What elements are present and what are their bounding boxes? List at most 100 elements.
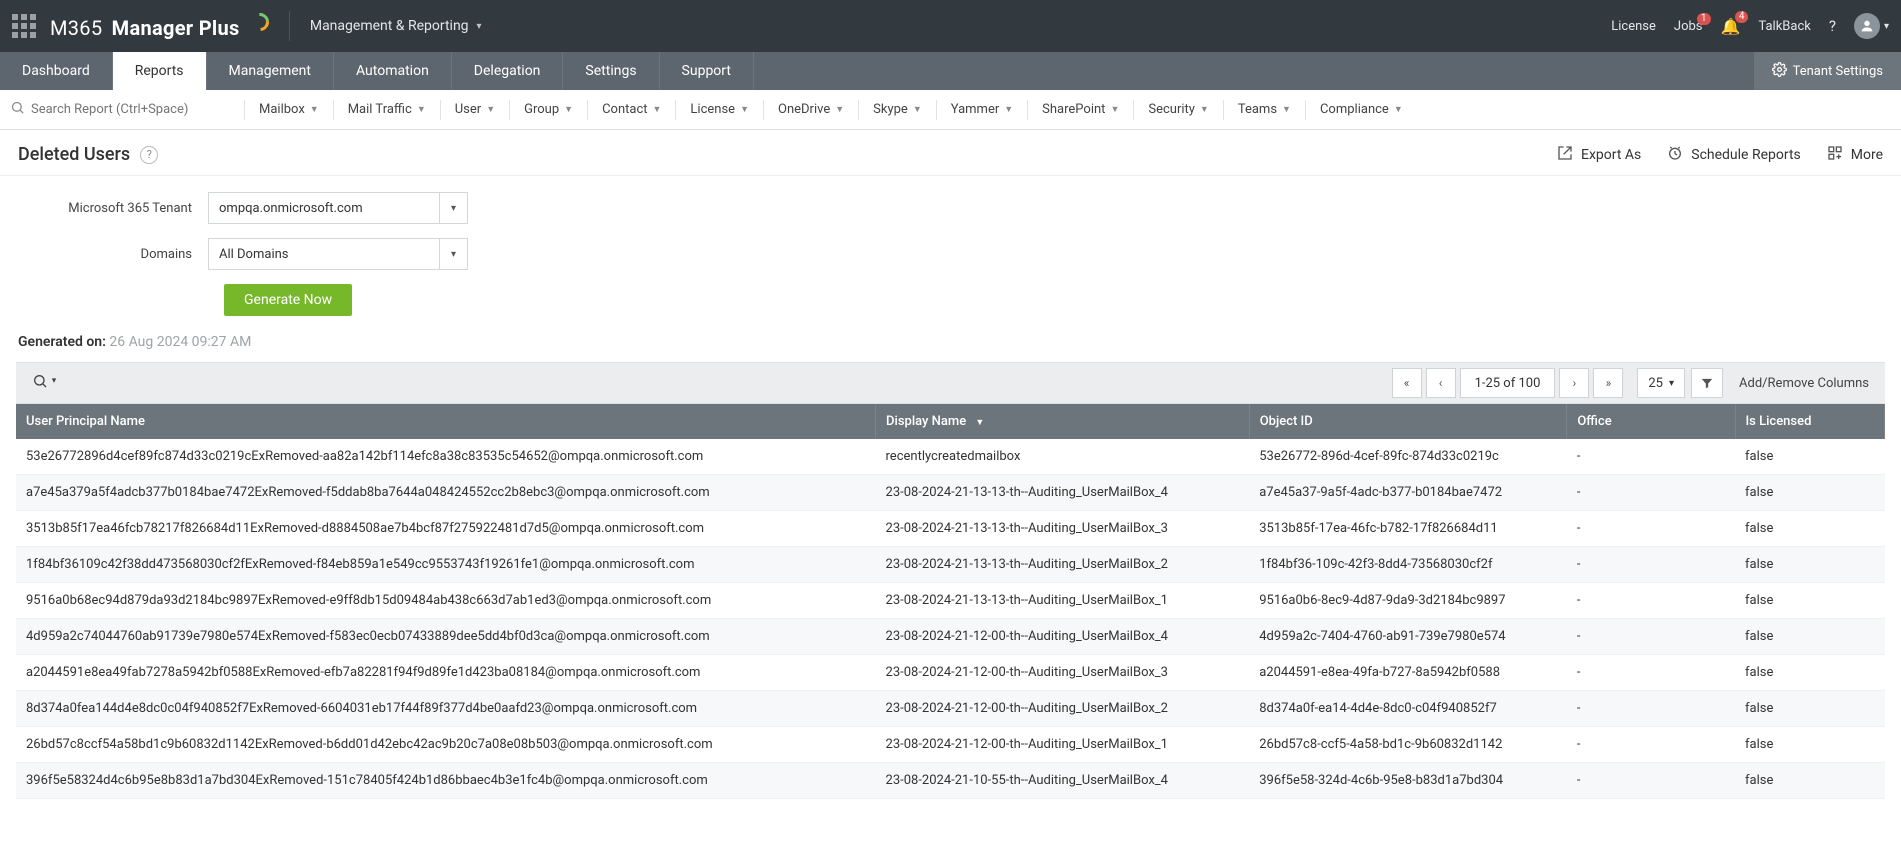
navitem-mail-traffic[interactable]: Mail Traffic▼ (348, 102, 426, 117)
table-body: 53e26772896d4cef89fc874d33c0219cExRemove… (16, 439, 1885, 799)
chevron-down-icon: ▼ (913, 104, 922, 115)
help-icon[interactable]: ? (140, 146, 158, 164)
navitem-sharepoint[interactable]: SharePoint▼ (1042, 102, 1119, 117)
more-button[interactable]: More (1827, 145, 1883, 165)
generated-on: Generated on: 26 Aug 2024 09:27 AM (0, 324, 1901, 356)
tenant-dropdown[interactable]: ompqa.onmicrosoft.com ▾ (208, 192, 468, 224)
table-search-icon[interactable]: ▾ (32, 373, 56, 393)
table-row[interactable]: 53e26772896d4cef89fc874d33c0219cExRemove… (16, 439, 1885, 475)
col-header-upn[interactable]: User Principal Name (16, 404, 876, 439)
tab-dashboard[interactable]: Dashboard (0, 52, 113, 90)
chevron-down-icon: ▼ (564, 104, 573, 115)
export-icon (1557, 145, 1573, 165)
apps-launcher-icon[interactable] (12, 14, 36, 38)
col-header-display-label: Display Name (886, 414, 966, 429)
help-icon[interactable]: ? (1829, 17, 1836, 35)
chevron-down-icon[interactable]: ▾ (439, 239, 467, 269)
per-page-dropdown[interactable]: 25 ▾ (1637, 368, 1685, 398)
table-row[interactable]: 26bd57c8ccf54a58bd1c9b60832d1142ExRemove… (16, 727, 1885, 763)
gear-icon (1772, 62, 1787, 81)
clock-icon (1667, 145, 1683, 165)
navitem-security[interactable]: Security▼ (1148, 102, 1208, 117)
cell-obj: 8d374a0f-ea14-4d4e-8dc0-c04f940852f7 (1249, 691, 1567, 727)
license-link[interactable]: License (1611, 19, 1656, 34)
search-report-input[interactable] (31, 102, 211, 117)
table-row[interactable]: 8d374a0fea144d4e8dc0c04f940852f7ExRemove… (16, 691, 1885, 727)
col-header-office[interactable]: Office (1567, 404, 1735, 439)
prev-page-button[interactable]: ‹ (1426, 368, 1456, 398)
breadcrumb-label: Management & Reporting (310, 18, 469, 34)
navitem-onedrive[interactable]: OneDrive▼ (778, 102, 844, 117)
table-row[interactable]: 396f5e58324d4c6b95e8b83d1a7bd304ExRemove… (16, 763, 1885, 799)
chevron-down-icon[interactable]: ▾ (439, 193, 467, 223)
table-row[interactable]: 4d959a2c74044760ab91739e7980e574ExRemove… (16, 619, 1885, 655)
more-label: More (1851, 147, 1883, 163)
cell-office: - (1567, 475, 1735, 511)
cell-licensed: false (1735, 763, 1885, 799)
cell-obj: a7e45a37-9a5f-4adc-b377-b0184bae7472 (1249, 475, 1567, 511)
table-row[interactable]: 1f84bf36109c42f38dd473568030cf2fExRemove… (16, 547, 1885, 583)
tenant-value: ompqa.onmicrosoft.com (209, 201, 439, 216)
table-row[interactable]: a2044591e8ea49fab7278a5942bf0588ExRemove… (16, 655, 1885, 691)
tab-settings[interactable]: Settings (563, 52, 659, 90)
navitem-label: Mail Traffic (348, 102, 412, 117)
generated-on-value: 26 Aug 2024 09:27 AM (109, 334, 251, 350)
cell-display: 23-08-2024-21-12-00-th--Auditing_UserMai… (876, 727, 1250, 763)
export-as-button[interactable]: Export As (1557, 145, 1641, 165)
tab-reports[interactable]: Reports (113, 52, 207, 90)
filter-button[interactable] (1691, 368, 1723, 398)
navitem-skype[interactable]: Skype ▼ (873, 102, 922, 117)
navitem-mailbox[interactable]: Mailbox▼ (259, 102, 319, 117)
generate-now-button[interactable]: Generate Now (224, 284, 352, 316)
navitem-group[interactable]: Group▼ (524, 102, 573, 117)
notifications-button[interactable]: 🔔 4 (1721, 17, 1741, 36)
table-row[interactable]: a7e45a379a5f4adcb377b0184bae7472ExRemove… (16, 475, 1885, 511)
next-page-button[interactable]: › (1559, 368, 1589, 398)
chevron-down-icon: ▾ (477, 21, 482, 32)
chevron-down-icon: ▼ (1004, 104, 1013, 115)
chevron-down-icon: ▾ (1884, 21, 1889, 32)
navitem-label: Teams (1238, 102, 1277, 117)
first-page-button[interactable]: « (1392, 368, 1422, 398)
cell-upn: 3513b85f17ea46fcb78217f826684d11ExRemove… (16, 511, 876, 547)
cell-licensed: false (1735, 655, 1885, 691)
navitem-contact[interactable]: Contact▼ (602, 102, 661, 117)
domains-dropdown[interactable]: All Domains ▾ (208, 238, 468, 270)
tenant-settings-button[interactable]: Tenant Settings (1754, 52, 1901, 90)
col-header-licensed[interactable]: Is Licensed (1735, 404, 1885, 439)
filters: Microsoft 365 Tenant ompqa.onmicrosoft.c… (0, 176, 1901, 324)
cell-licensed: false (1735, 619, 1885, 655)
cell-upn: a2044591e8ea49fab7278a5942bf0588ExRemove… (16, 655, 876, 691)
navitem-label: Skype (873, 102, 908, 117)
table-row[interactable]: 9516a0b68ec94d879da93d2184bc9897ExRemove… (16, 583, 1885, 619)
domains-filter-row: Domains All Domains ▾ (18, 238, 1883, 270)
cell-obj: 3513b85f-17ea-46fc-b782-17f826684d11 (1249, 511, 1567, 547)
table-toolbar: ▾ « ‹ 1-25 of 100 › » 25 ▾ Add/Remove Co… (16, 362, 1885, 404)
talkback-link[interactable]: TalkBack (1758, 19, 1810, 34)
col-header-objectid[interactable]: Object ID (1249, 404, 1567, 439)
navitem-license[interactable]: License▼ (690, 102, 749, 117)
data-table: User Principal Name Display Name ▼ Objec… (16, 404, 1885, 799)
add-remove-columns-link[interactable]: Add/Remove Columns (1739, 376, 1875, 391)
cell-office: - (1567, 511, 1735, 547)
tab-management[interactable]: Management (207, 52, 334, 90)
navitem-yammer[interactable]: Yammer▼ (951, 102, 1013, 117)
tab-support[interactable]: Support (660, 52, 754, 90)
col-header-display[interactable]: Display Name ▼ (876, 404, 1250, 439)
navitem-label: Compliance (1320, 102, 1389, 117)
last-page-button[interactable]: » (1593, 368, 1623, 398)
avatar-icon (1854, 13, 1880, 39)
navitem-compliance[interactable]: Compliance▼ (1320, 102, 1403, 117)
navitem-user[interactable]: User▼ (455, 102, 495, 117)
jobs-link[interactable]: Jobs 1 (1674, 19, 1703, 34)
tab-delegation[interactable]: Delegation (452, 52, 564, 90)
schedule-reports-button[interactable]: Schedule Reports (1667, 145, 1800, 165)
divider (333, 100, 334, 120)
table-row[interactable]: 3513b85f17ea46fcb78217f826684d11ExRemove… (16, 511, 1885, 547)
breadcrumb-dropdown[interactable]: Management & Reporting ▾ (310, 18, 482, 34)
user-menu[interactable]: ▾ (1854, 13, 1889, 39)
cell-display: 23-08-2024-21-10-55-th--Auditing_UserMai… (876, 763, 1250, 799)
cell-licensed: false (1735, 547, 1885, 583)
tab-automation[interactable]: Automation (334, 52, 452, 90)
navitem-teams[interactable]: Teams▼ (1238, 102, 1291, 117)
